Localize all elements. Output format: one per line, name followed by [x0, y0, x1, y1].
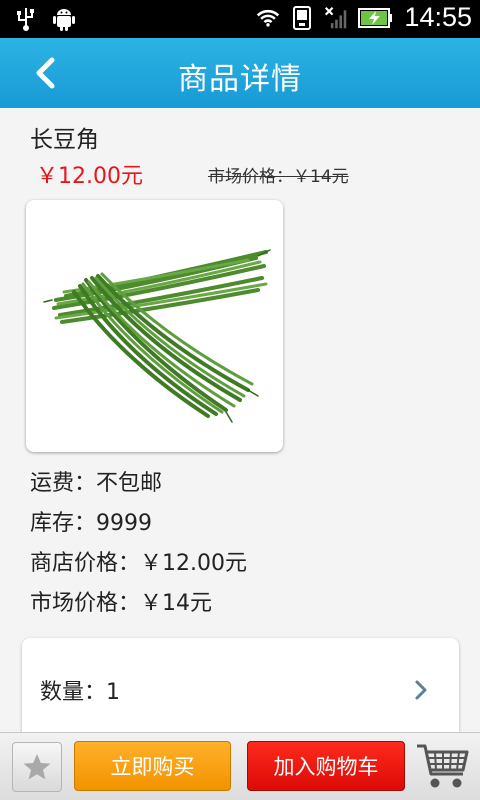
bottom-action-bar: 立即购买 加入购物车 [0, 732, 480, 800]
android-icon [52, 6, 76, 32]
price-row: ￥12.00元 市场价格：￥14元 [36, 158, 456, 189]
product-image[interactable] [26, 200, 283, 452]
no-signal-icon [324, 5, 348, 31]
favorite-button[interactable] [12, 742, 62, 792]
stock-info: 库存：9999 [30, 511, 152, 536]
status-bar: 14:55 [0, 0, 480, 38]
header-bar: 商品详情 [0, 38, 480, 108]
add-to-cart-button[interactable]: 加入购物车 [247, 741, 405, 791]
page-title: 商品详情 [178, 62, 302, 97]
long-bean-image [43, 249, 271, 423]
product-name: 长豆角 [30, 127, 99, 153]
shopping-cart-icon [417, 744, 469, 788]
quantity-label: 数量：1 [40, 680, 120, 705]
product-details: 运费：不包邮 库存：9999 商店价格：￥12.00元 市场价格：￥14元 [30, 466, 247, 626]
star-icon [23, 754, 51, 780]
chevron-right-icon [415, 680, 427, 700]
phone-icon [290, 5, 314, 31]
market-price-info: 市场价格：￥14元 [30, 591, 212, 616]
status-time: 14:55 [404, 2, 472, 32]
shipping-info: 运费：不包邮 [30, 471, 163, 496]
usb-icon [14, 6, 38, 32]
current-price: ￥12.00元 [36, 164, 143, 189]
wifi-icon [256, 5, 280, 31]
shopping-cart-button[interactable] [414, 737, 472, 795]
store-price-info: 商店价格：￥12.00元 [30, 551, 247, 576]
buy-now-button[interactable]: 立即购买 [74, 741, 231, 791]
battery-charging-icon [358, 5, 394, 31]
market-price-strikethrough: 市场价格：￥14元 [208, 167, 349, 187]
